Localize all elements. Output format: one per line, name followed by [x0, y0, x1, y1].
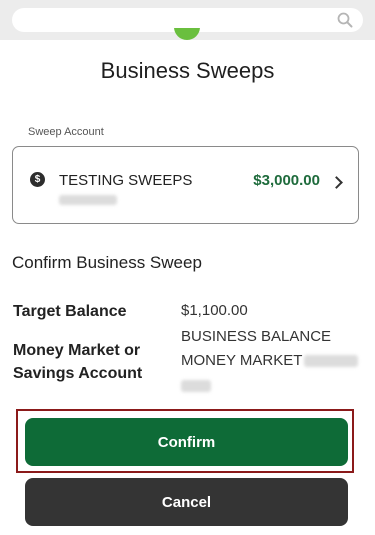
sweep-account-label: Sweep Account: [28, 126, 104, 138]
destination-account-label-line2: Savings Account: [13, 365, 143, 382]
confirm-button[interactable]: Confirm: [25, 418, 348, 466]
chevron-right-icon: [330, 176, 343, 189]
search-icon[interactable]: [337, 12, 353, 28]
destination-account-value-line2: MONEY MARKET: [181, 349, 359, 373]
page-title: Business Sweeps: [100, 58, 275, 83]
cancel-button[interactable]: Cancel: [25, 478, 348, 526]
sweep-account-amount: $3,000.00: [253, 172, 320, 189]
destination-account-value-line3: [181, 374, 211, 398]
destination-account-label-line1: Money Market or: [13, 342, 141, 359]
brand-logo-partial: [174, 28, 200, 42]
destination-account-value-line1: BUSINESS BALANCE: [181, 328, 332, 345]
redacted-account-number: [304, 355, 359, 368]
destination-account-value-line2-text: MONEY MARKET: [181, 352, 303, 369]
sweep-account-selector[interactable]: $ TESTING SWEEPS $3,000.00: [12, 146, 359, 224]
dollar-icon: $: [30, 172, 45, 187]
sweep-account-name: TESTING SWEEPS: [59, 172, 193, 189]
confirm-heading: Confirm Business Sweep: [12, 253, 202, 272]
redacted-account-number: [59, 195, 117, 205]
target-balance-value: $1,100.00: [181, 302, 248, 319]
redacted-account-number: [181, 380, 211, 393]
target-balance-label: Target Balance: [13, 303, 127, 320]
